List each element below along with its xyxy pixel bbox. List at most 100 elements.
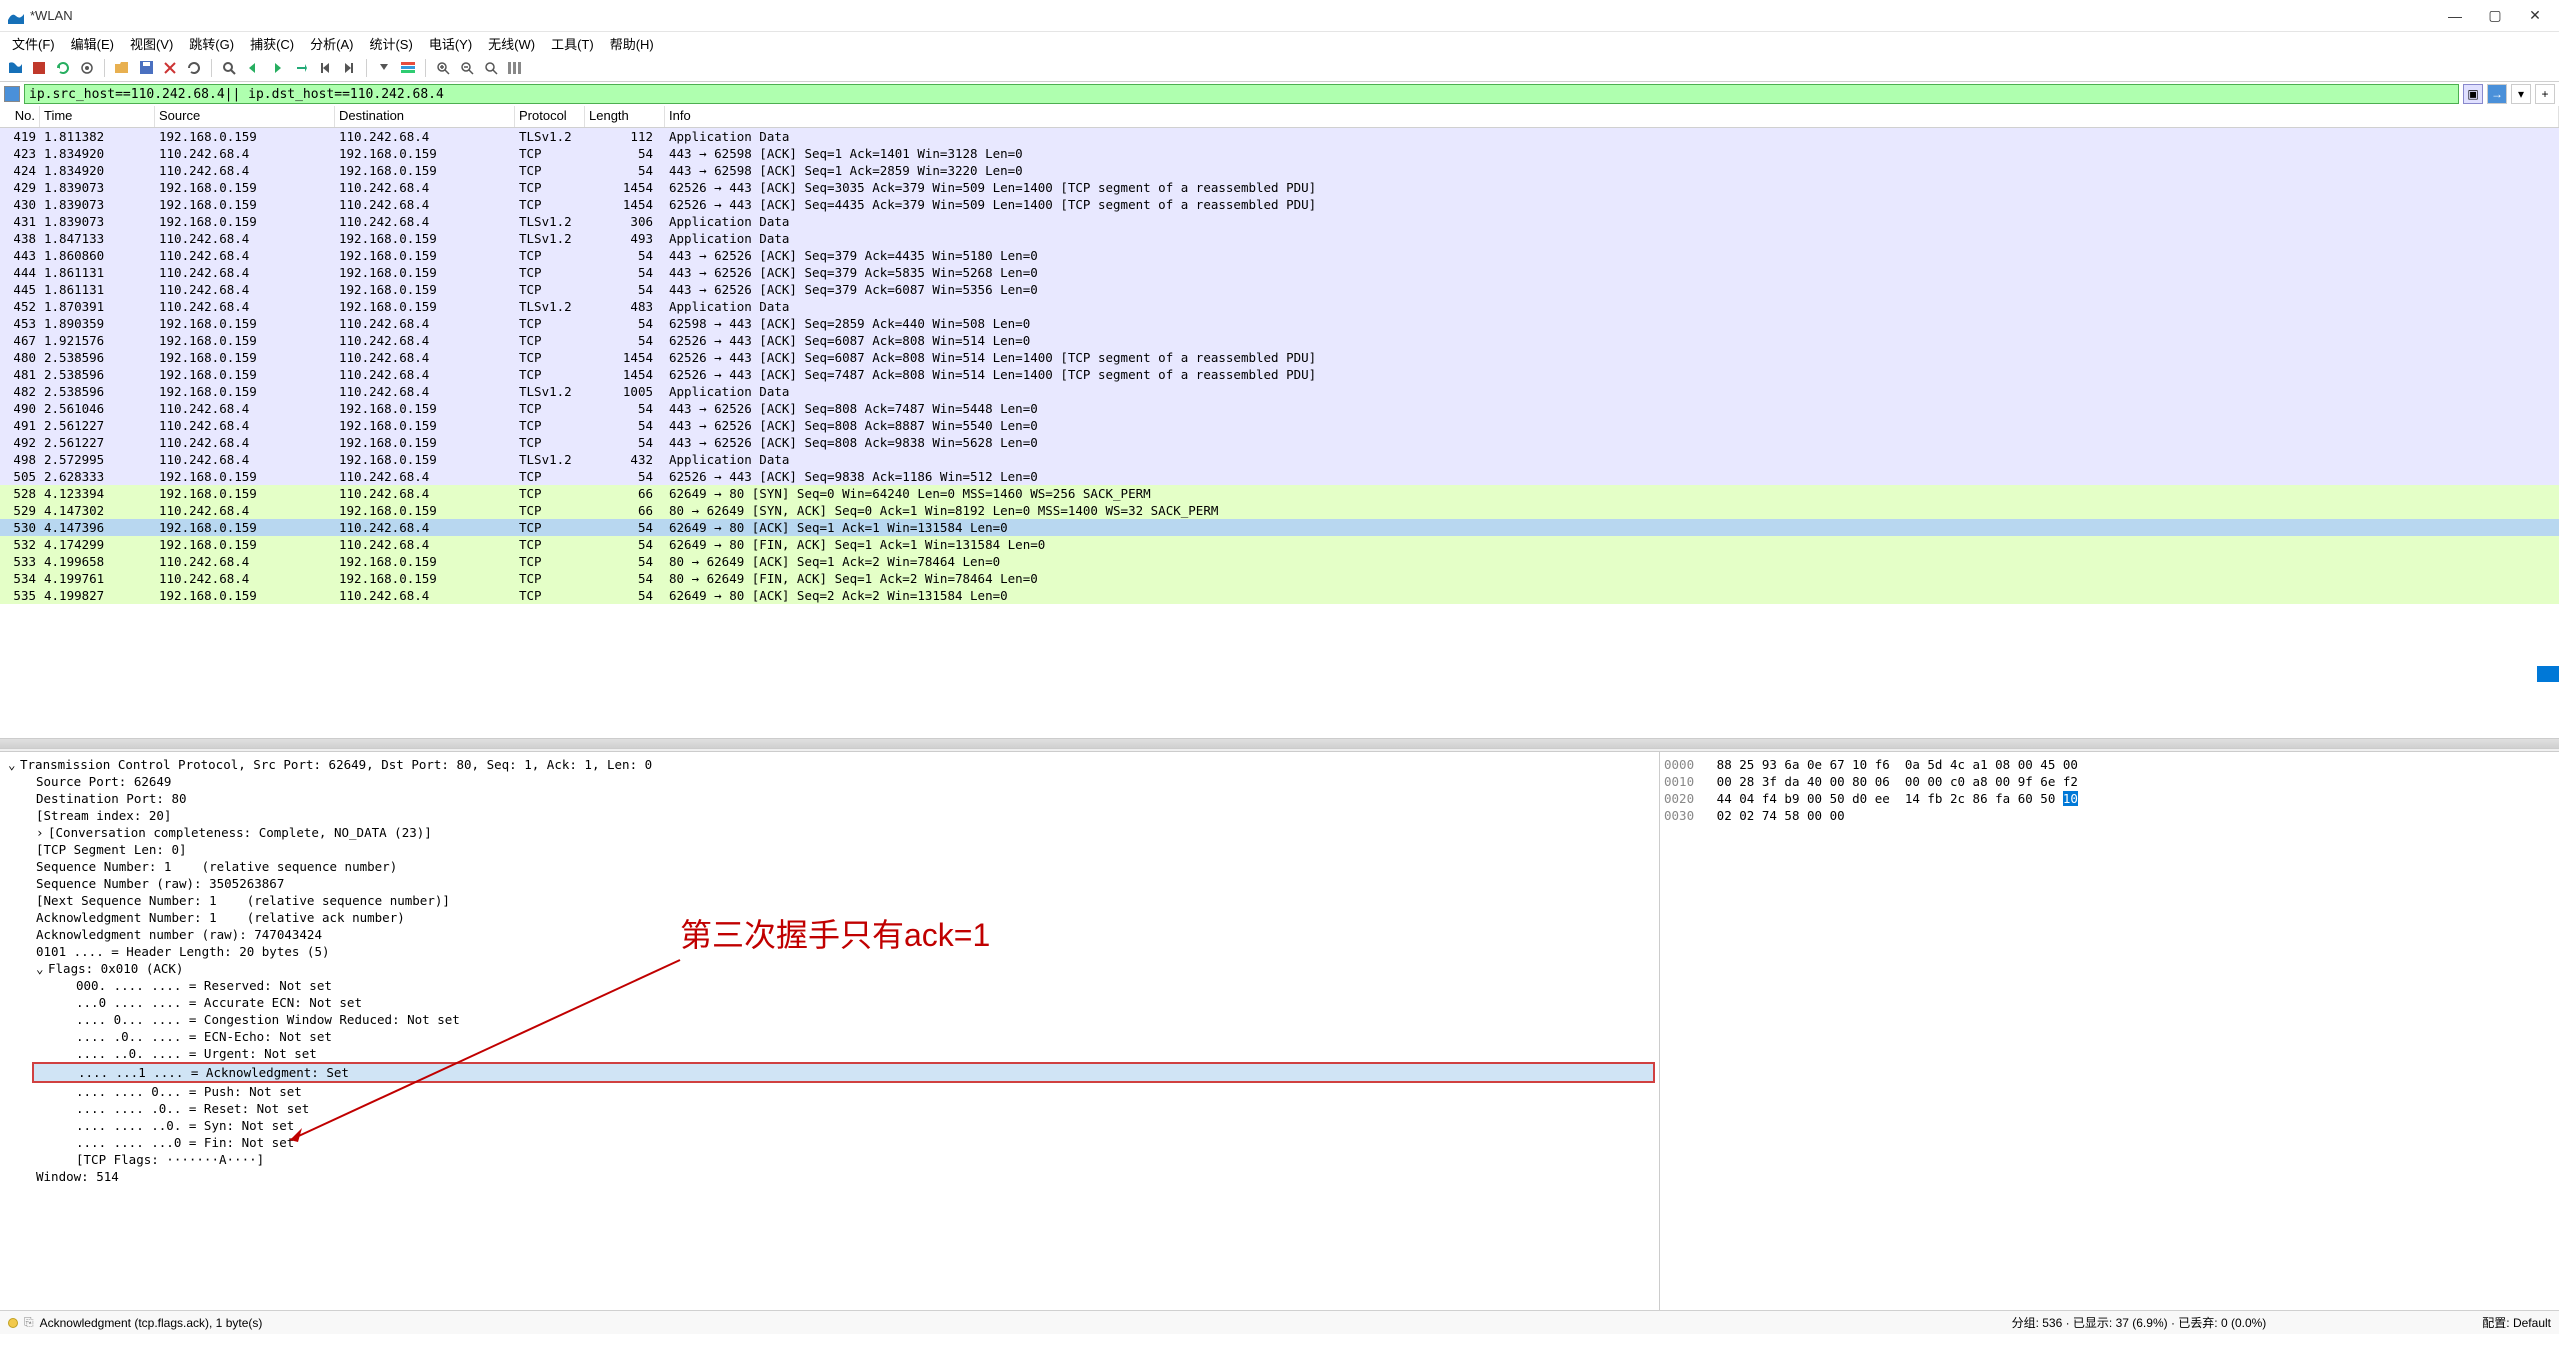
flag-line[interactable]: .... .... 0... = Push: Not set bbox=[4, 1083, 1655, 1100]
packet-row[interactable]: 5304.147396192.168.0.159110.242.68.4TCP5… bbox=[0, 519, 2559, 536]
hex-line[interactable]: 0000 88 25 93 6a 0e 67 10 f6 0a 5d 4c a1… bbox=[1664, 756, 2555, 773]
autoscroll-icon[interactable] bbox=[373, 57, 395, 79]
packet-row[interactable]: 4311.839073192.168.0.159110.242.68.4TLSv… bbox=[0, 213, 2559, 230]
packet-row[interactable]: 4441.861131110.242.68.4192.168.0.159TCP5… bbox=[0, 264, 2559, 281]
flag-line[interactable]: 000. .... .... = Reserved: Not set bbox=[4, 977, 1655, 994]
packet-row[interactable]: 5344.199761110.242.68.4192.168.0.159TCP5… bbox=[0, 570, 2559, 587]
flag-line[interactable]: .... .... ..0. = Syn: Not set bbox=[4, 1117, 1655, 1134]
detail-line[interactable]: Sequence Number: 1 (relative sequence nu… bbox=[4, 858, 1655, 875]
menu-telephony[interactable]: 电话(Y) bbox=[421, 32, 480, 55]
col-info[interactable]: Info bbox=[665, 106, 2559, 127]
close-file-icon[interactable] bbox=[159, 57, 181, 79]
flag-line[interactable]: .... .... ...0 = Fin: Not set bbox=[4, 1134, 1655, 1151]
flag-line[interactable]: .... ..0. .... = Urgent: Not set bbox=[4, 1045, 1655, 1062]
flag-line[interactable]: .... 0... .... = Congestion Window Reduc… bbox=[4, 1011, 1655, 1028]
col-protocol[interactable]: Protocol bbox=[515, 106, 585, 127]
maximize-button[interactable]: ▢ bbox=[2487, 8, 2503, 24]
col-length[interactable]: Length bbox=[585, 106, 665, 127]
hscroll[interactable] bbox=[0, 738, 2559, 748]
menu-go[interactable]: 跳转(G) bbox=[181, 32, 242, 55]
packet-row[interactable]: 4291.839073192.168.0.159110.242.68.4TCP1… bbox=[0, 179, 2559, 196]
packet-row[interactable]: 4521.870391110.242.68.4192.168.0.159TLSv… bbox=[0, 298, 2559, 315]
menu-tools[interactable]: 工具(T) bbox=[543, 32, 602, 55]
stop-capture-icon[interactable] bbox=[28, 57, 50, 79]
packet-row[interactable]: 4812.538596192.168.0.159110.242.68.4TCP1… bbox=[0, 366, 2559, 383]
packet-row[interactable]: 4241.834920110.242.68.4192.168.0.159TCP5… bbox=[0, 162, 2559, 179]
close-button[interactable]: ✕ bbox=[2527, 8, 2543, 24]
packet-row[interactable]: 4922.561227110.242.68.4192.168.0.159TCP5… bbox=[0, 434, 2559, 451]
packet-row[interactable]: 5294.147302110.242.68.4192.168.0.159TCP6… bbox=[0, 502, 2559, 519]
zoom-reset-icon[interactable] bbox=[480, 57, 502, 79]
flag-line[interactable]: .... .... .0.. = Reset: Not set bbox=[4, 1100, 1655, 1117]
packet-row[interactable]: 4912.561227110.242.68.4192.168.0.159TCP5… bbox=[0, 417, 2559, 434]
packet-rows[interactable]: 4191.811382192.168.0.159110.242.68.4TLSv… bbox=[0, 128, 2559, 738]
packet-row[interactable]: 4822.538596192.168.0.159110.242.68.4TLSv… bbox=[0, 383, 2559, 400]
go-back-icon[interactable] bbox=[242, 57, 264, 79]
capture-file-icon[interactable]: ⎘ bbox=[24, 1315, 34, 1330]
collapse-icon[interactable]: › bbox=[36, 824, 48, 841]
vscroll-thumb[interactable] bbox=[2537, 666, 2559, 682]
detail-line[interactable]: ›[Conversation completeness: Complete, N… bbox=[4, 824, 1655, 841]
restart-capture-icon[interactable] bbox=[52, 57, 74, 79]
col-no[interactable]: No. bbox=[0, 106, 40, 127]
goto-last-icon[interactable] bbox=[338, 57, 360, 79]
menu-capture[interactable]: 捕获(C) bbox=[242, 32, 302, 55]
packet-row[interactable]: 4802.538596192.168.0.159110.242.68.4TCP1… bbox=[0, 349, 2559, 366]
menu-view[interactable]: 视图(V) bbox=[122, 32, 181, 55]
flag-line[interactable]: ...0 .... .... = Accurate ECN: Not set bbox=[4, 994, 1655, 1011]
packet-row[interactable]: 5354.199827192.168.0.159110.242.68.4TCP5… bbox=[0, 587, 2559, 604]
menu-edit[interactable]: 编辑(E) bbox=[63, 32, 122, 55]
hex-dump-pane[interactable]: 0000 88 25 93 6a 0e 67 10 f6 0a 5d 4c a1… bbox=[1660, 752, 2559, 1310]
packet-row[interactable]: 5284.123394192.168.0.159110.242.68.4TCP6… bbox=[0, 485, 2559, 502]
packet-row[interactable]: 5052.628333192.168.0.159110.242.68.4TCP5… bbox=[0, 468, 2559, 485]
save-file-icon[interactable] bbox=[135, 57, 157, 79]
packet-row[interactable]: 4531.890359192.168.0.159110.242.68.4TCP5… bbox=[0, 315, 2559, 332]
packet-row[interactable]: 5334.199658110.242.68.4192.168.0.159TCP5… bbox=[0, 553, 2559, 570]
filter-clear-button[interactable]: ▣ bbox=[2463, 84, 2483, 104]
capture-options-icon[interactable] bbox=[76, 57, 98, 79]
packet-row[interactable]: 4381.847133110.242.68.4192.168.0.159TLSv… bbox=[0, 230, 2559, 247]
col-time[interactable]: Time bbox=[40, 106, 155, 127]
tcp-header[interactable]: Transmission Control Protocol, Src Port:… bbox=[20, 757, 652, 772]
detail-line[interactable]: [Stream index: 20] bbox=[4, 807, 1655, 824]
packet-row[interactable]: 4671.921576192.168.0.159110.242.68.4TCP5… bbox=[0, 332, 2559, 349]
menu-file[interactable]: 文件(F) bbox=[4, 32, 63, 55]
flags-header[interactable]: Flags: 0x010 (ACK) bbox=[48, 961, 183, 976]
goto-first-icon[interactable] bbox=[314, 57, 336, 79]
detail-line[interactable]: [Next Sequence Number: 1 (relative seque… bbox=[4, 892, 1655, 909]
menu-statistics[interactable]: 统计(S) bbox=[361, 32, 420, 55]
window-line[interactable]: Window: 514 bbox=[36, 1169, 119, 1184]
colorize-icon[interactable] bbox=[397, 57, 419, 79]
ack-flag-line[interactable]: .... ...1 .... = Acknowledgment: Set bbox=[32, 1062, 1655, 1083]
hex-line[interactable]: 0010 00 28 3f da 40 00 80 06 00 00 c0 a8… bbox=[1664, 773, 2555, 790]
filter-add-button[interactable]: + bbox=[2535, 84, 2555, 104]
packet-row[interactable]: 4451.861131110.242.68.4192.168.0.159TCP5… bbox=[0, 281, 2559, 298]
packet-row[interactable]: 5324.174299192.168.0.159110.242.68.4TCP5… bbox=[0, 536, 2559, 553]
packet-row[interactable]: 4902.561046110.242.68.4192.168.0.159TCP5… bbox=[0, 400, 2559, 417]
col-source[interactable]: Source bbox=[155, 106, 335, 127]
detail-line[interactable]: Destination Port: 80 bbox=[4, 790, 1655, 807]
detail-line[interactable]: [TCP Segment Len: 0] bbox=[4, 841, 1655, 858]
expert-info-icon[interactable] bbox=[8, 1318, 18, 1328]
packet-row[interactable]: 4191.811382192.168.0.159110.242.68.4TLSv… bbox=[0, 128, 2559, 145]
col-destination[interactable]: Destination bbox=[335, 106, 515, 127]
menu-wireless[interactable]: 无线(W) bbox=[480, 32, 543, 55]
detail-line[interactable]: 0101 .... = Header Length: 20 bytes (5) bbox=[4, 943, 1655, 960]
packet-row[interactable]: 4982.572995110.242.68.4192.168.0.159TLSv… bbox=[0, 451, 2559, 468]
packet-row[interactable]: 4301.839073192.168.0.159110.242.68.4TCP1… bbox=[0, 196, 2559, 213]
filter-apply-button[interactable]: → bbox=[2487, 84, 2507, 104]
hex-line[interactable]: 0030 02 02 74 58 00 00 bbox=[1664, 807, 2555, 824]
open-file-icon[interactable] bbox=[111, 57, 133, 79]
find-icon[interactable] bbox=[218, 57, 240, 79]
detail-line[interactable]: Acknowledgment Number: 1 (relative ack n… bbox=[4, 909, 1655, 926]
start-capture-icon[interactable] bbox=[4, 57, 26, 79]
zoom-out-icon[interactable] bbox=[456, 57, 478, 79]
zoom-in-icon[interactable] bbox=[432, 57, 454, 79]
expand-icon[interactable]: ⌄ bbox=[8, 756, 20, 773]
detail-line[interactable]: Acknowledgment number (raw): 747043424 bbox=[4, 926, 1655, 943]
packet-row[interactable]: 4231.834920110.242.68.4192.168.0.159TCP5… bbox=[0, 145, 2559, 162]
resize-columns-icon[interactable] bbox=[504, 57, 526, 79]
go-forward-icon[interactable] bbox=[266, 57, 288, 79]
detail-line[interactable]: Source Port: 62649 bbox=[4, 773, 1655, 790]
menu-analyze[interactable]: 分析(A) bbox=[302, 32, 361, 55]
